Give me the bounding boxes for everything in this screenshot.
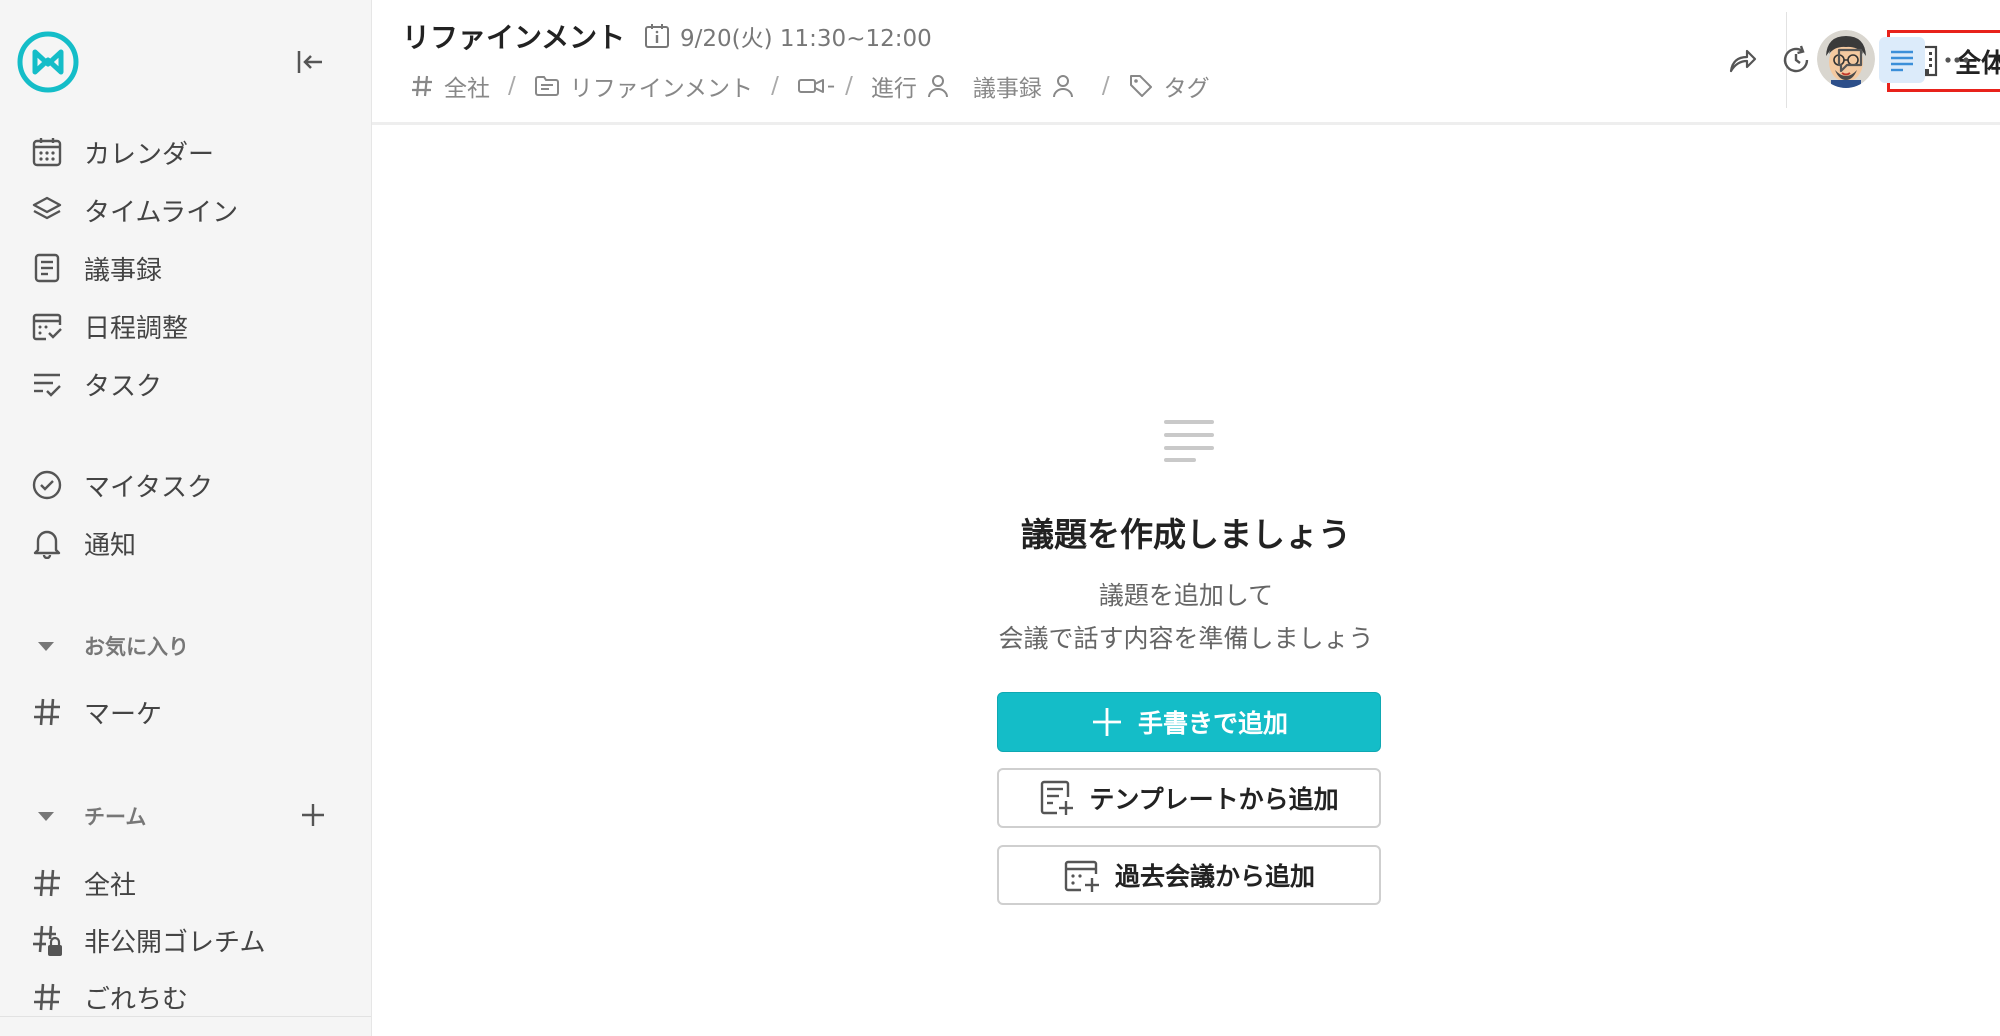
calendar-icon	[30, 135, 64, 169]
add-manual-label: 手書きで追加	[1137, 709, 1288, 738]
channel-link[interactable]: 全社	[444, 69, 490, 103]
template-add-icon	[1039, 779, 1075, 817]
sidebar-item-label: 全社	[84, 870, 137, 901]
sidebar-item-label: タスク	[84, 371, 163, 402]
separator: /	[771, 73, 779, 99]
sidebar-item-label: 非公開ゴレチム	[84, 927, 266, 958]
app-logo-icon[interactable]	[16, 30, 80, 94]
more-horizontal-icon	[1945, 57, 1969, 63]
sidebar-item-label: カレンダー	[84, 139, 215, 170]
check-circle-icon	[30, 468, 64, 502]
caret-down-icon	[38, 811, 54, 821]
sidebar-item-label: 日程調整	[84, 313, 189, 344]
calendar-info-icon	[644, 23, 670, 49]
person-icon[interactable]	[927, 74, 949, 98]
hash-lock-icon	[30, 923, 64, 957]
meeting-meta-bar: 全社 / リファインメント / - / 進行 議事録 / タグ	[410, 66, 1210, 106]
add-team-icon[interactable]	[298, 800, 328, 830]
sidebar-item-my-tasks[interactable]: マイタスク	[30, 465, 213, 505]
video-camera-icon	[797, 74, 825, 98]
sidebar-item-label: 議事録	[84, 255, 163, 286]
add-from-past-meeting-button[interactable]: 過去会議から追加	[997, 845, 1381, 905]
separator: /	[1101, 73, 1110, 99]
caret-down-icon	[38, 641, 54, 651]
teams-section-header[interactable]: チーム	[30, 798, 146, 834]
sidebar-item-calendar[interactable]: カレンダー	[30, 132, 214, 172]
sidebar-item-label: タイムライン	[84, 197, 239, 228]
empty-state-title: 議題を作成しましょう	[1021, 515, 1351, 554]
tags-link[interactable]: タグ	[1164, 69, 1210, 103]
sidebar-item-label: 通知	[84, 530, 137, 561]
bell-icon	[30, 526, 64, 560]
separator: /	[508, 73, 516, 99]
add-from-past-meeting-label: 過去会議から追加	[1114, 862, 1315, 891]
sidebar-item-team-zensha[interactable]: 全社	[30, 863, 136, 903]
folder-icon	[534, 74, 560, 98]
sidebar-item-label: マーケ	[84, 699, 163, 730]
hash-icon	[30, 980, 64, 1014]
comment-icon	[1837, 48, 1863, 73]
section-label: お気に入り	[84, 635, 189, 659]
calendar-check-icon	[30, 309, 64, 343]
sidebar: カレンダー タイムライン 議事録 日程調整 タスク マイタスク 通知 お気に入り…	[0, 0, 372, 1036]
sidebar-item-label: ごれちむ	[84, 984, 189, 1015]
tag-icon	[1128, 73, 1154, 99]
sidebar-item-team-goretimu[interactable]: ごれちむ	[30, 977, 188, 1017]
collapse-sidebar-icon[interactable]	[294, 46, 326, 78]
minutes-taker-label[interactable]: 議事録	[973, 69, 1042, 103]
favorites-section-header[interactable]: お気に入り	[30, 628, 189, 664]
sidebar-item-label: マイタスク	[84, 472, 213, 503]
datetime-text: 9/20(火) 11:30~12:00	[680, 26, 932, 52]
empty-state-subtitle-line2: 会議で話す内容を準備しましょう	[998, 624, 1374, 653]
history-button[interactable]	[1776, 40, 1816, 80]
hash-icon	[410, 74, 434, 98]
comments-button[interactable]	[1830, 40, 1870, 80]
hash-icon	[30, 695, 64, 729]
section-label: チーム	[84, 805, 147, 829]
folder-link[interactable]: リファインメント	[570, 69, 753, 103]
outline-toggle-button[interactable]	[1879, 37, 1925, 83]
add-from-template-label: テンプレートから追加	[1089, 785, 1339, 814]
person-icon[interactable]	[1052, 74, 1074, 98]
add-from-template-button[interactable]: テンプレートから追加	[997, 768, 1381, 828]
history-icon	[1783, 45, 1809, 73]
more-options-button[interactable]	[1937, 40, 1977, 80]
meeting-header: リファインメント 9/20(火) 11:30~12:00 全社 / リファインメ…	[372, 0, 2000, 125]
sidebar-item-notifications[interactable]: 通知	[30, 523, 136, 563]
calendar-add-icon	[1063, 856, 1101, 894]
sidebar-item-tasks[interactable]: タスク	[30, 364, 162, 404]
video-link-value[interactable]: -	[827, 73, 835, 99]
sidebar-divider	[0, 1016, 371, 1017]
plus-icon	[1090, 705, 1124, 739]
meeting-datetime[interactable]: 9/20(火) 11:30~12:00	[644, 18, 932, 54]
share-arrow-icon	[1729, 49, 1757, 73]
document-icon	[30, 251, 64, 285]
hash-icon	[30, 866, 64, 900]
sidebar-item-scheduling[interactable]: 日程調整	[30, 306, 188, 346]
facilitator-label[interactable]: 進行	[871, 69, 917, 103]
layers-icon	[30, 193, 64, 227]
page-title[interactable]: リファインメント	[402, 16, 625, 56]
separator: /	[845, 73, 853, 99]
sidebar-item-minutes[interactable]: 議事録	[30, 248, 162, 288]
sidebar-item-favorite-marke[interactable]: マーケ	[30, 692, 162, 732]
text-align-icon	[1891, 50, 1913, 72]
sidebar-item-team-private[interactable]: 非公開ゴレチム	[30, 920, 265, 960]
empty-state-subtitle-line1: 議題を追加して	[1098, 581, 1274, 610]
share-button[interactable]	[1722, 40, 1762, 80]
sidebar-item-timeline[interactable]: タイムライン	[30, 190, 238, 230]
agenda-lines-icon	[1164, 418, 1214, 464]
task-list-icon	[30, 367, 64, 401]
add-manual-button[interactable]: 手書きで追加	[997, 692, 1381, 752]
